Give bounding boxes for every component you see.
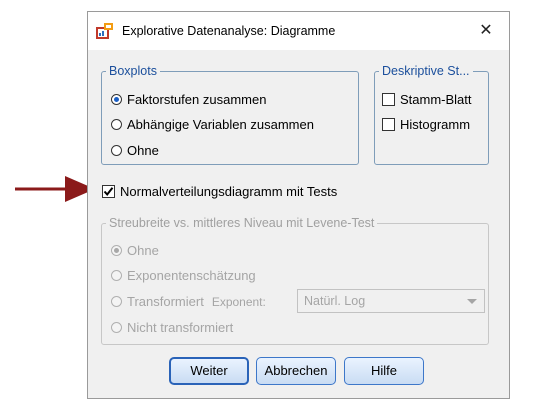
exponent-value: Natürl. Log <box>304 294 366 308</box>
radio-abhaengige[interactable]: Abhängige Variablen zusammen <box>111 117 314 132</box>
radio-indicator <box>111 145 122 156</box>
radio-label: Transformiert <box>127 294 204 309</box>
chevron-down-icon <box>467 299 477 304</box>
checkbox-normal-plot[interactable]: Normalverteilungsdiagramm mit Tests <box>102 184 337 199</box>
continue-button[interactable]: Weiter <box>169 357 249 385</box>
exponent-label: Exponent: <box>211 294 266 309</box>
checkbox-indicator <box>382 118 395 131</box>
title-bar: Explorative Datenanalyse: Diagramme ✕ <box>88 12 509 50</box>
checkbox-histogramm[interactable]: Histogramm <box>382 117 470 132</box>
radio-indicator <box>111 322 122 333</box>
cancel-button[interactable]: Abbrechen <box>256 357 336 385</box>
radio-faktorstufen[interactable]: Faktorstufen zusammen <box>111 92 266 107</box>
help-button[interactable]: Hilfe <box>344 357 424 385</box>
radio-indicator <box>111 119 122 130</box>
radio-label: Abhängige Variablen zusammen <box>127 117 314 132</box>
charts-dialog: Explorative Datenanalyse: Diagramme ✕ Bo… <box>87 11 510 399</box>
checkbox-label: Normalverteilungsdiagramm mit Tests <box>120 184 338 199</box>
radio-label: Exponentenschätzung <box>127 268 256 283</box>
pointer-arrow <box>15 176 95 202</box>
exponent-select[interactable]: Natürl. Log <box>297 289 485 313</box>
close-button[interactable]: ✕ <box>463 12 509 50</box>
radio-label: Ohne <box>127 143 159 158</box>
checkbox-label: Histogramm <box>400 117 471 132</box>
radio-exponentenschaetzung[interactable]: Exponentenschätzung <box>111 268 256 283</box>
radio-label: Ohne <box>127 243 159 258</box>
checkbox-label: Stamm-Blatt <box>400 92 472 107</box>
radio-ohne-boxplot[interactable]: Ohne <box>111 143 159 158</box>
radio-indicator <box>111 296 122 307</box>
dialog-title: Explorative Datenanalyse: Diagramme <box>122 24 336 38</box>
radio-label: Faktorstufen zusammen <box>127 92 267 107</box>
spread-legend: Streubreite vs. mittleres Niveau mit Lev… <box>109 216 375 230</box>
radio-nicht-transformiert[interactable]: Nicht transformiert <box>111 320 233 335</box>
checkbox-stamm-blatt[interactable]: Stamm-Blatt <box>382 92 472 107</box>
radio-spread-ohne[interactable]: Ohne <box>111 243 159 258</box>
radio-indicator <box>111 270 122 281</box>
descriptive-group: Deskriptive St... <box>374 64 489 165</box>
app-icon <box>96 23 113 39</box>
descriptive-legend: Deskriptive St... <box>382 64 470 78</box>
checkbox-indicator <box>382 93 395 106</box>
boxplots-legend: Boxplots <box>109 64 157 78</box>
radio-transformiert[interactable]: Transformiert Exponent: <box>111 294 266 309</box>
checkbox-indicator <box>102 185 115 198</box>
radio-label: Nicht transformiert <box>127 320 234 335</box>
radio-indicator <box>111 245 122 256</box>
checkmark-icon <box>103 187 114 197</box>
radio-indicator <box>111 94 122 105</box>
